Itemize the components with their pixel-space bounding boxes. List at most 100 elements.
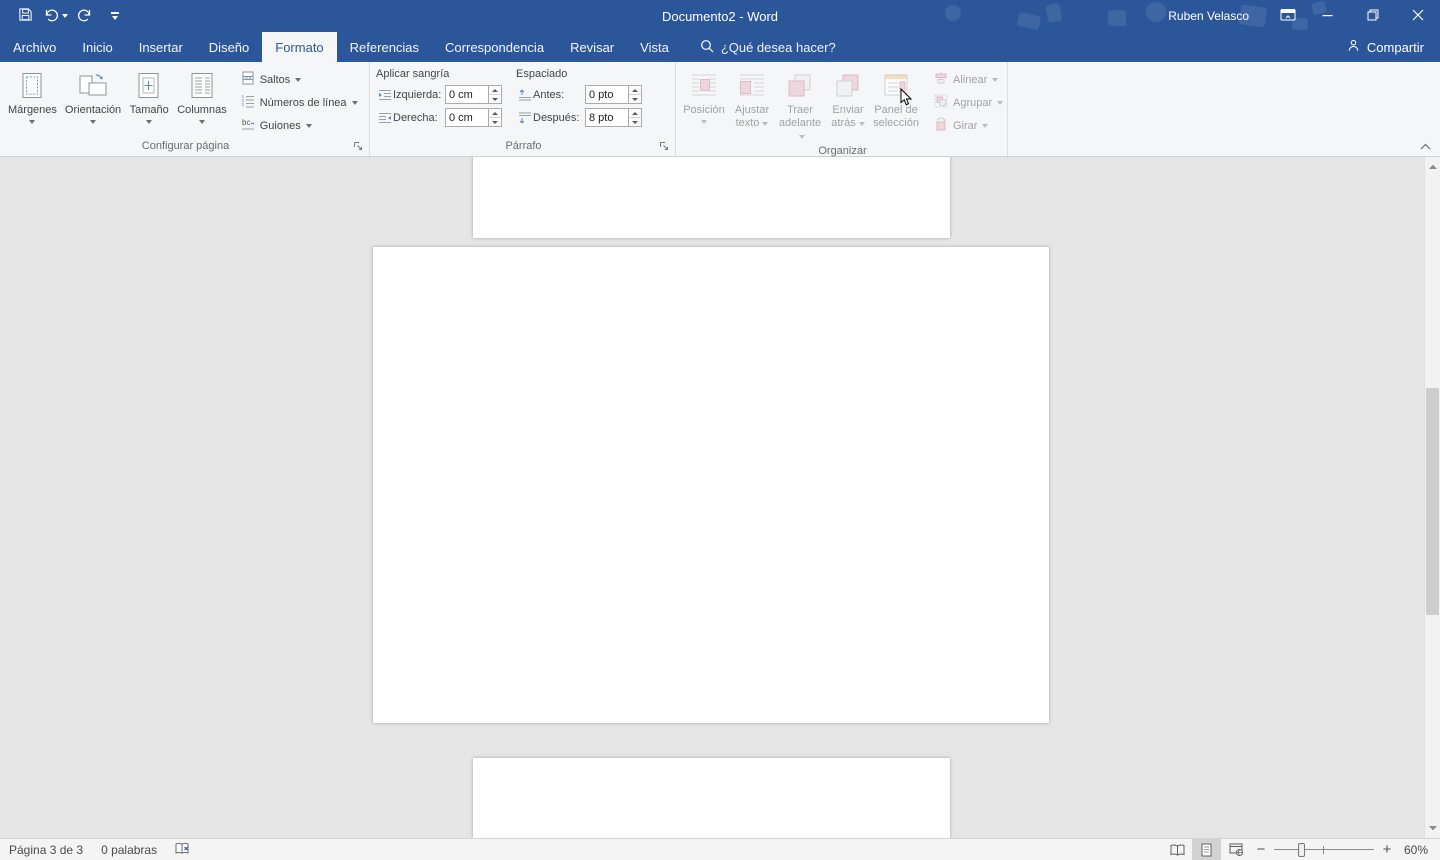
enviar-atras-icon <box>834 68 862 104</box>
panel-de-seleccion-button: Panel de selección <box>872 66 920 130</box>
dropdown-arrow-icon <box>858 122 865 126</box>
indent-right-icon <box>376 112 393 124</box>
zoom-out-button[interactable]: − <box>1250 839 1272 860</box>
spin-down-button[interactable] <box>629 117 641 126</box>
dropdown-arrow-icon <box>146 120 153 124</box>
save-button[interactable] <box>12 3 38 29</box>
columnas-button[interactable]: Columnas <box>173 66 231 124</box>
scroll-down-button[interactable] <box>1425 820 1440 837</box>
aplicar-sangria-heading: Aplicar sangría <box>376 68 450 80</box>
tab-correspondencia[interactable]: Correspondencia <box>432 32 557 62</box>
print-layout-button[interactable] <box>1192 839 1221 860</box>
restore-button[interactable] <box>1350 0 1395 32</box>
search-icon <box>700 39 714 56</box>
guiones-button[interactable]: bc Guiones <box>237 114 362 137</box>
read-mode-button[interactable] <box>1163 839 1192 860</box>
saltos-button[interactable]: Saltos <box>237 68 362 91</box>
redo-icon <box>77 8 93 25</box>
redo-button[interactable] <box>72 3 98 29</box>
customize-icon <box>111 12 119 20</box>
web-layout-button[interactable] <box>1221 839 1250 860</box>
aplicar-sangria-section: Aplicar sangría Izquierda: 0 cm Derecha:… <box>376 66 502 129</box>
tamano-icon <box>136 68 162 104</box>
alinear-icon <box>934 71 948 88</box>
girar-icon <box>934 117 948 134</box>
proofing-book-icon <box>175 842 190 858</box>
tab-vista[interactable]: Vista <box>627 32 682 62</box>
share-person-icon <box>1346 38 1361 56</box>
title-bar: Documento2 - Word Ruben Velasco <box>0 0 1440 32</box>
undo-button[interactable] <box>42 3 68 29</box>
close-button[interactable] <box>1395 0 1440 32</box>
customize-quick-access-button[interactable] <box>102 3 128 29</box>
scrollbar-thumb[interactable] <box>1426 388 1439 615</box>
scroll-up-button[interactable] <box>1425 158 1440 175</box>
sangria-derecha-spinner <box>489 108 502 127</box>
tab-inicio[interactable]: Inicio <box>69 32 125 62</box>
dropdown-arrow-icon <box>701 120 707 124</box>
spin-down-button[interactable] <box>489 94 501 103</box>
spin-down-button[interactable] <box>629 94 641 103</box>
tab-revisar[interactable]: Revisar <box>557 32 627 62</box>
tab-insertar[interactable]: Insertar <box>126 32 196 62</box>
collapse-ribbon-button[interactable] <box>1416 139 1434 153</box>
zoom-slider-center-notch <box>1323 845 1324 854</box>
sangria-izquierda-input[interactable] <box>445 85 489 104</box>
espaciado-antes-row: Antes: <box>516 83 642 106</box>
dropdown-arrow-icon <box>90 120 97 124</box>
page-2-bottom[interactable] <box>473 157 950 238</box>
close-icon <box>1412 9 1424 24</box>
tamano-button[interactable]: Tamaño <box>125 66 173 124</box>
spin-up-button[interactable] <box>629 86 641 94</box>
page-3-landscape[interactable] <box>373 247 1049 723</box>
numeros-de-linea-button[interactable]: 123 Números de línea <box>237 91 362 114</box>
tab-formato[interactable]: Formato <box>262 32 337 62</box>
page-4-top[interactable] <box>473 758 950 838</box>
ribbon-display-options-button[interactable] <box>1271 0 1305 32</box>
dropdown-arrow-icon <box>997 100 1004 105</box>
margenes-button[interactable]: Márgenes <box>4 66 61 124</box>
configurar-pagina-dialog-launcher[interactable] <box>351 139 365 153</box>
zoom-slider[interactable] <box>1274 840 1374 860</box>
sangria-derecha-row: Derecha: <box>376 106 502 129</box>
zoom-slider-thumb[interactable] <box>1298 842 1305 857</box>
tab-referencias[interactable]: Referencias <box>337 32 432 62</box>
word-count[interactable]: 0 palabras <box>92 839 166 860</box>
page-indicator[interactable]: Página 3 de 3 <box>0 839 92 860</box>
ajustar-texto-button: Ajustar texto <box>728 66 776 130</box>
sangria-derecha-input[interactable] <box>445 108 489 127</box>
girar-button: Girar <box>930 114 1007 137</box>
indent-left-icon <box>376 89 393 101</box>
dropdown-arrow-icon <box>305 123 312 128</box>
orientacion-button[interactable]: Orientación <box>61 66 125 124</box>
minimize-button[interactable] <box>1305 0 1350 32</box>
tab-diseno[interactable]: Diseño <box>196 32 262 62</box>
group-parrafo: Aplicar sangría Izquierda: 0 cm Derecha:… <box>370 62 676 156</box>
parrafo-dialog-launcher[interactable] <box>657 139 671 153</box>
zoom-in-button[interactable]: + <box>1376 839 1398 860</box>
spin-up-button[interactable] <box>489 86 501 94</box>
proofing-status-button[interactable] <box>166 839 199 860</box>
espaciado-antes-input[interactable] <box>585 85 629 104</box>
group-label-organizar: Organizar <box>818 145 867 157</box>
zoom-level[interactable]: 60% <box>1398 843 1440 857</box>
group-configurar-pagina: Márgenes Orientación Tamaño Columnas Sal… <box>0 62 370 156</box>
document-canvas <box>0 157 1440 838</box>
user-name[interactable]: Ruben Velasco <box>1168 9 1249 23</box>
tell-me-search[interactable]: ¿Qué desea hacer? <box>700 32 836 62</box>
ribbon-display-options-icon <box>1280 7 1296 25</box>
spin-up-button[interactable] <box>629 109 641 117</box>
group-organizar: Posición Ajustar texto Traer adelante En… <box>676 62 1008 157</box>
vertical-scrollbar[interactable] <box>1424 157 1440 838</box>
tab-archivo[interactable]: Archivo <box>0 32 69 62</box>
margenes-icon <box>19 68 45 104</box>
share-button[interactable]: Compartir <box>1346 32 1424 62</box>
dropdown-arrow-icon <box>762 122 769 126</box>
spin-up-button[interactable] <box>489 109 501 117</box>
minimize-icon <box>1322 9 1333 24</box>
dropdown-arrow-icon <box>198 120 205 124</box>
dropdown-arrow-icon <box>982 123 989 128</box>
spin-down-button[interactable] <box>489 117 501 126</box>
dropdown-arrow-icon <box>351 100 358 105</box>
espaciado-despues-input[interactable] <box>585 108 629 127</box>
